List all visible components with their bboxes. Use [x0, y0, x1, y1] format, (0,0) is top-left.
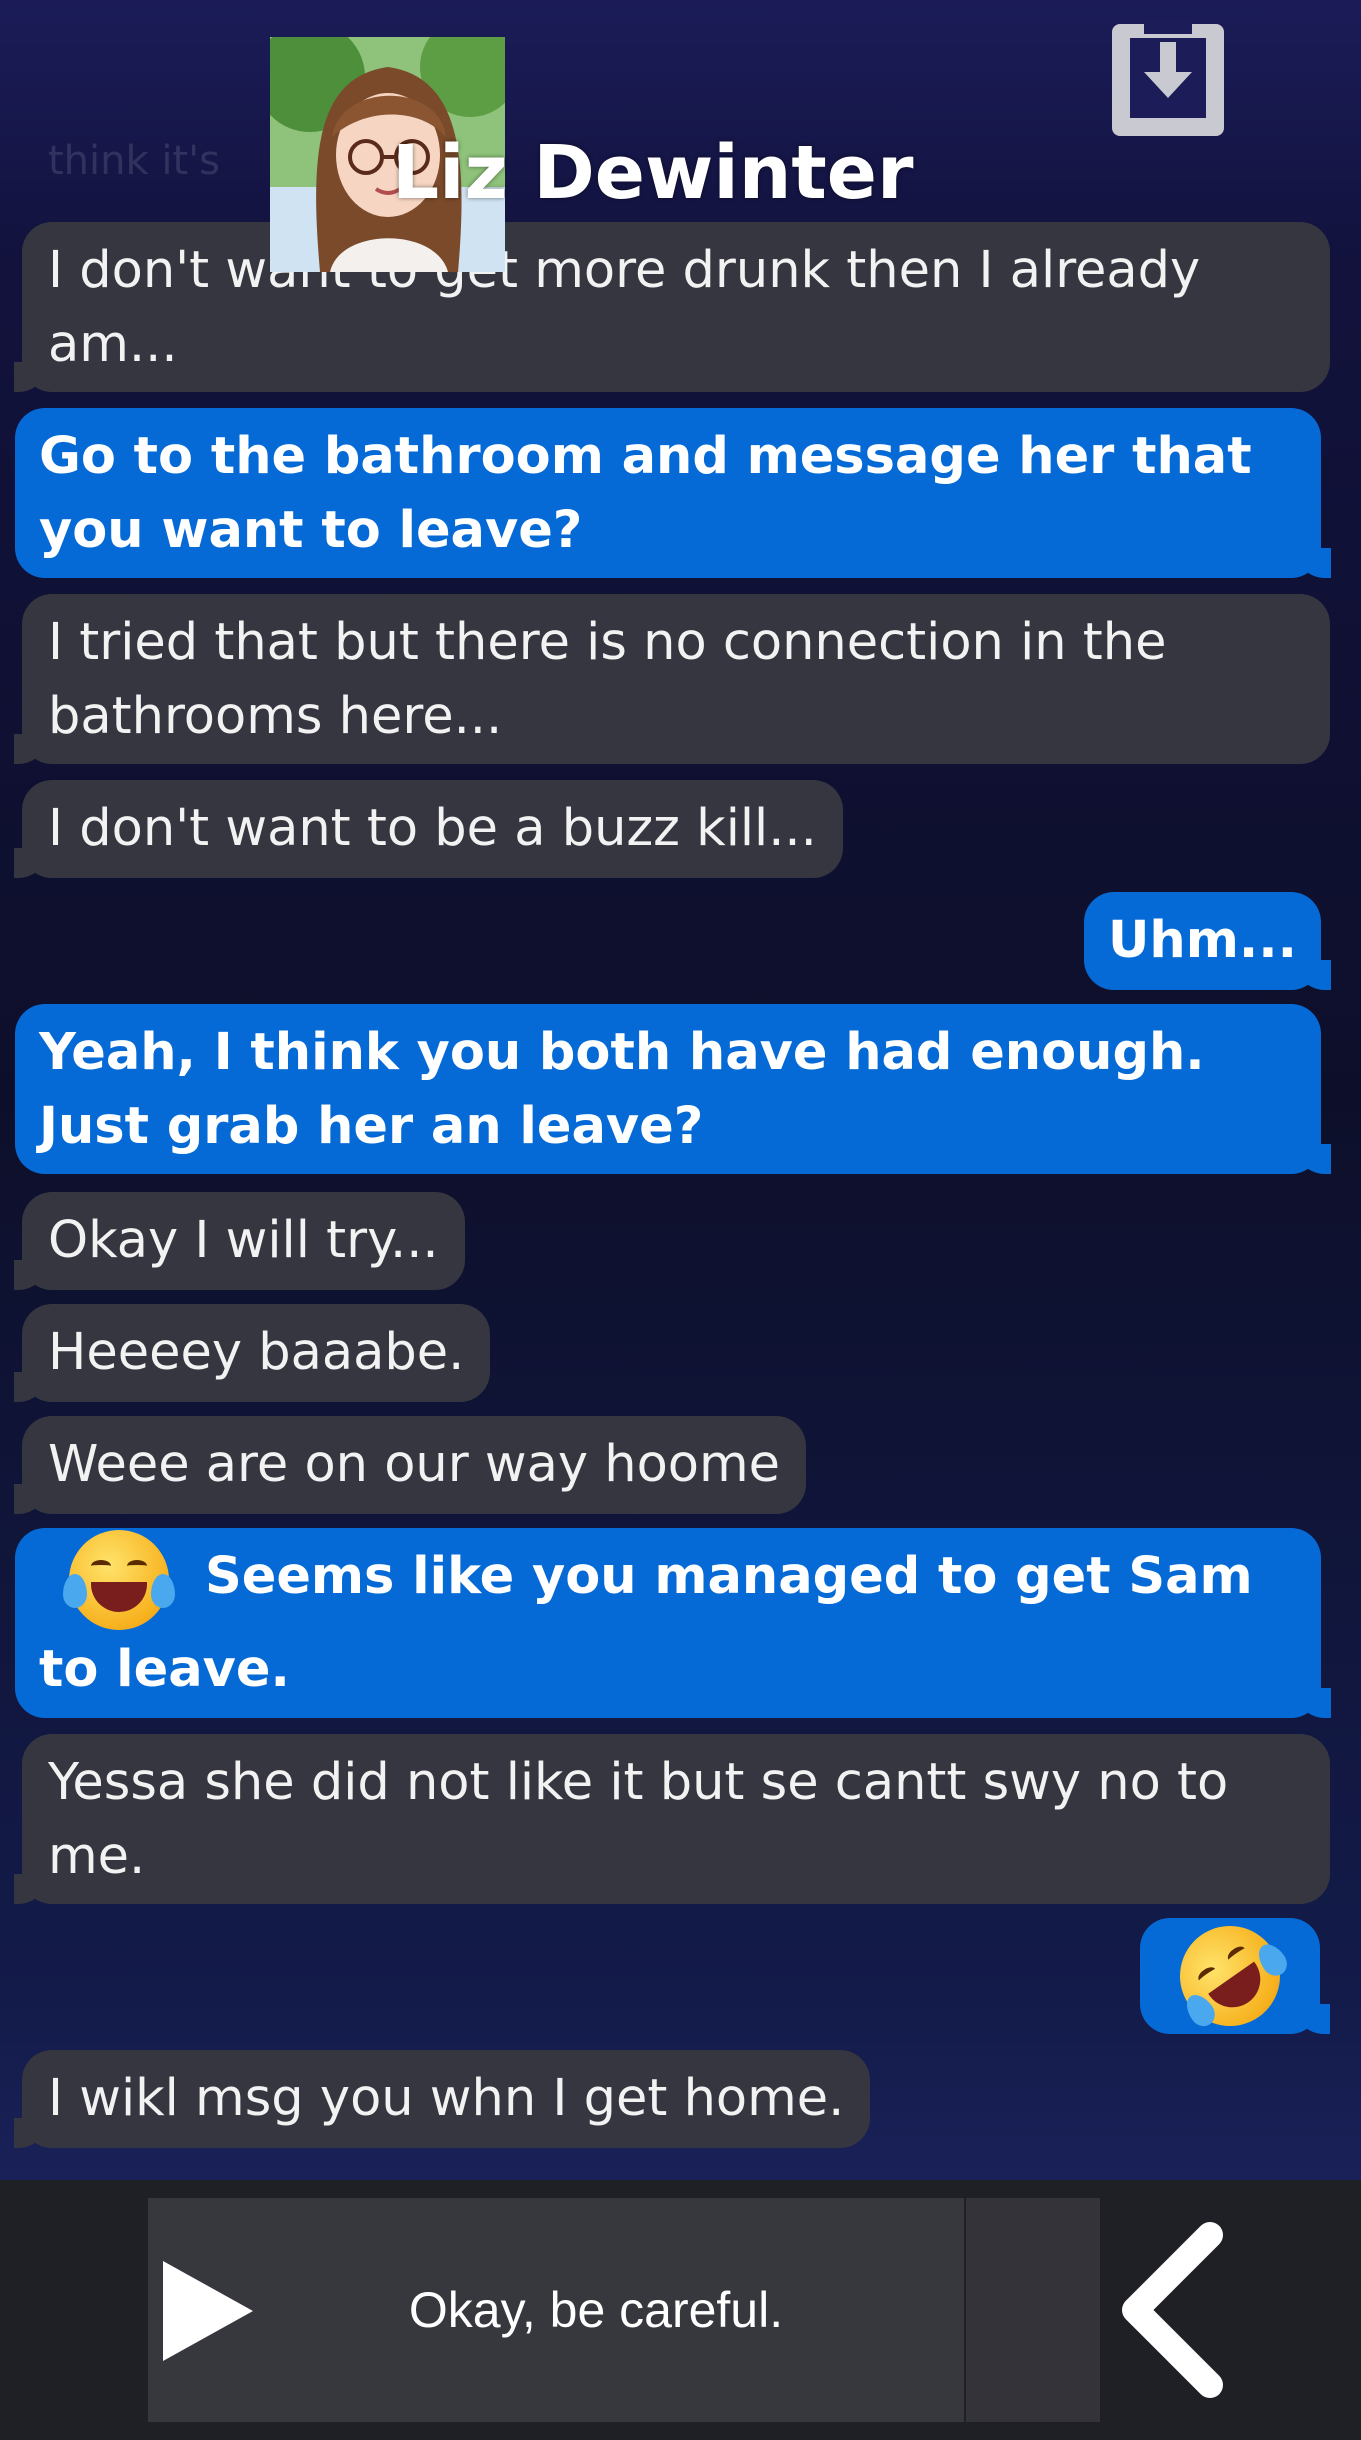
message-bubble-received: I don't want to be a buzz kill...: [14, 780, 843, 878]
contact-name: Liz Dewinter: [392, 130, 914, 216]
message-text: I don't want to get more drunk then I al…: [48, 241, 1201, 374]
message-text: I don't want to be a buzz kill...: [48, 799, 817, 858]
message-text: Seems like you managed to get Sam to lea…: [39, 1547, 1253, 1699]
message-text: I tried that but there is no connection …: [48, 613, 1167, 746]
reply-bar: Okay, be careful.: [0, 2180, 1361, 2440]
message-text: I wikl msg you whn I get home.: [48, 2069, 845, 2128]
message-bubble-received: I tried that but there is no connection …: [14, 594, 1330, 764]
rolling-on-floor-laughing-icon: [1160, 1906, 1300, 2046]
message-bubble-received: Okay I will try...: [14, 1192, 465, 1290]
message-bubble-sent: Go to the bathroom and message her that …: [15, 408, 1331, 578]
reply-bar-divider-panel: [966, 2198, 1100, 2422]
save-icon[interactable]: [1108, 20, 1228, 140]
face-with-tears-of-joy-icon: [63, 1530, 175, 1630]
message-text: Weee are on our way hoome: [48, 1435, 781, 1494]
chat-area[interactable]: think it's I don't want to get more drun…: [0, 0, 1361, 2180]
message-text: Okay I will try...: [48, 1211, 439, 1270]
faded-previous-message: think it's: [48, 138, 221, 184]
message-text: Yeah, I think you both have had enough. …: [39, 1023, 1205, 1156]
message-bubble-received: I wikl msg you whn I get home.: [13, 2050, 871, 2148]
reply-option-text: Okay, be careful.: [408, 2282, 784, 2338]
message-bubble-sent: Seems like you managed to get Sam to lea…: [15, 1528, 1331, 1718]
chevron-left-icon[interactable]: [1110, 2220, 1240, 2400]
reply-option-button[interactable]: Okay, be careful.: [148, 2198, 964, 2422]
message-text: Go to the bathroom and message her that …: [39, 427, 1252, 560]
message-bubble-received: I don't want to get more drunk then I al…: [14, 222, 1330, 392]
message-bubble-sent: [1140, 1906, 1330, 2046]
message-bubble-sent: Yeah, I think you both have had enough. …: [15, 1004, 1331, 1174]
message-bubble-sent: Uhm...: [1084, 892, 1331, 990]
message-text: Yessa she did not like it but se cantt s…: [48, 1753, 1229, 1886]
message-bubble-received: Yessa she did not like it but se cantt s…: [14, 1734, 1330, 1904]
message-text: Heeeey baaabe.: [48, 1323, 465, 1382]
message-text: Uhm...: [1108, 911, 1297, 970]
message-bubble-received: Heeeey baaabe.: [13, 1304, 491, 1402]
message-bubble-received: Weee are on our way hoome: [13, 1416, 807, 1514]
